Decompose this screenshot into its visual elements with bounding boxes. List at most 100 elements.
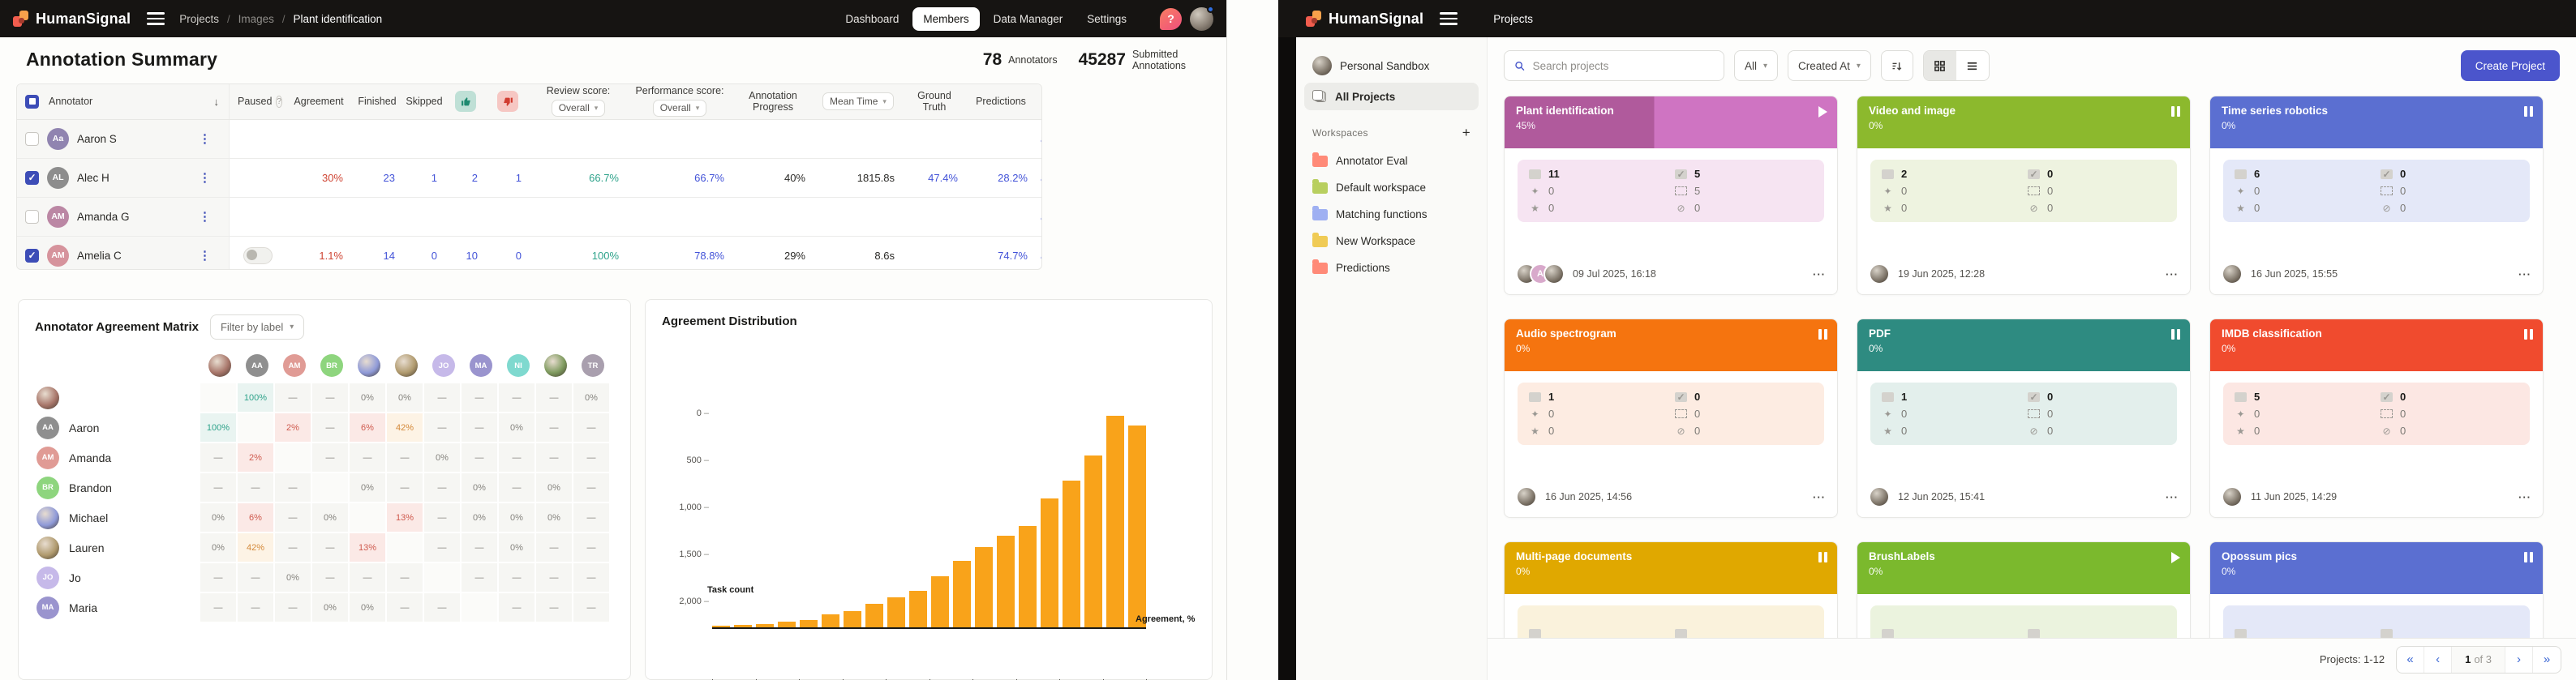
matrix-cell[interactable]: 0%: [200, 503, 236, 532]
column-annotator[interactable]: Annotator: [49, 96, 92, 107]
column-ground-truth[interactable]: Ground Truth: [903, 84, 966, 119]
matrix-cell[interactable]: 0%: [350, 593, 385, 622]
sidebar-item-personal-sandbox[interactable]: Personal Sandbox: [1304, 49, 1479, 83]
histogram-bar[interactable]: [975, 546, 993, 627]
nav-item-members[interactable]: Members: [912, 6, 980, 31]
matrix-cell[interactable]: 0%: [499, 413, 535, 442]
project-card[interactable]: Plant identification 45% 11 ✓ 5 ✦ 0 5 ★ 0 ⊘ 0 A 09 Ju…: [1504, 96, 1838, 295]
matrix-cell[interactable]: —: [573, 503, 609, 532]
matrix-cell[interactable]: —: [424, 593, 460, 622]
first-page-button[interactable]: «: [2397, 646, 2425, 673]
matrix-cell[interactable]: —: [573, 563, 609, 592]
histogram-bar[interactable]: [712, 625, 730, 627]
matrix-cell[interactable]: [312, 473, 348, 502]
matrix-cell[interactable]: —: [499, 473, 535, 502]
matrix-cell[interactable]: —: [536, 533, 572, 562]
matrix-cell[interactable]: —: [573, 593, 609, 622]
histogram-bar[interactable]: [844, 611, 861, 627]
hamburger-menu-icon[interactable]: [147, 12, 165, 25]
matrix-cell[interactable]: —: [312, 413, 348, 442]
project-card[interactable]: Video and image 0% 2 ✓ 0 ✦ 0 0 ★ 0 ⊘ 0 19 Jun 2025, …: [1857, 96, 2191, 295]
row-checkbox[interactable]: ✓: [25, 170, 39, 185]
matrix-cell[interactable]: 0%: [275, 563, 311, 592]
matrix-cell[interactable]: 0%: [499, 503, 535, 532]
matrix-cell[interactable]: 0%: [462, 473, 497, 502]
project-menu-button[interactable]: ···: [2166, 491, 2179, 503]
pause-icon[interactable]: [2171, 329, 2180, 340]
project-card[interactable]: Audio spectrogram 0% 1 ✓ 0 ✦ 0 0 ★ 0 ⊘ 0 16 Jun 2025…: [1504, 319, 1838, 518]
email-link[interactable]: al: [1041, 172, 1042, 184]
thumbs-up-icon[interactable]: [455, 91, 476, 113]
nav-item-dashboard[interactable]: Dashboard: [835, 7, 909, 31]
matrix-cell[interactable]: —: [312, 533, 348, 562]
matrix-cell[interactable]: —: [238, 593, 273, 622]
matrix-cell[interactable]: —: [424, 473, 460, 502]
matrix-cell[interactable]: —: [312, 383, 348, 412]
row-checkbox[interactable]: ✓: [25, 248, 39, 263]
matrix-cell[interactable]: —: [536, 563, 572, 592]
search-box[interactable]: [1504, 50, 1724, 81]
workspace-item-default-workspace[interactable]: Default workspace: [1304, 174, 1479, 201]
histogram-bar[interactable]: [1063, 481, 1080, 627]
matrix-cell[interactable]: 0%: [312, 593, 348, 622]
matrix-cell[interactable]: 0%: [424, 443, 460, 472]
matrix-cell[interactable]: —: [200, 593, 236, 622]
matrix-cell[interactable]: —: [275, 473, 311, 502]
matrix-cell[interactable]: —: [387, 593, 423, 622]
matrix-cell[interactable]: —: [499, 593, 535, 622]
matrix-cell[interactable]: —: [462, 443, 497, 472]
sidebar-item-all-projects[interactable]: All Projects: [1304, 83, 1479, 110]
workspace-item-new-workspace[interactable]: New Workspace: [1304, 228, 1479, 254]
matrix-cell[interactable]: —: [200, 563, 236, 592]
project-card[interactable]: Time series robotics 0% 6 ✓ 0 ✦ 0 0 ★ 0 ⊘ 0 16 Jun 2…: [2209, 96, 2544, 295]
filter-by-label-select[interactable]: Filter by label ▾: [209, 314, 305, 340]
histogram-bar[interactable]: [1084, 455, 1102, 627]
matrix-cell[interactable]: [387, 533, 423, 562]
histogram-bar[interactable]: [756, 623, 774, 627]
column-paused[interactable]: Paused: [238, 96, 272, 107]
matrix-cell[interactable]: —: [499, 563, 535, 592]
last-page-button[interactable]: »: [2533, 647, 2561, 673]
matrix-cell[interactable]: —: [238, 563, 273, 592]
matrix-cell[interactable]: —: [462, 563, 497, 592]
matrix-cell[interactable]: —: [536, 593, 572, 622]
matrix-cell[interactable]: —: [424, 503, 460, 532]
pause-icon[interactable]: [2171, 106, 2180, 117]
matrix-cell[interactable]: [462, 593, 497, 622]
matrix-cell[interactable]: —: [573, 443, 609, 472]
help-button[interactable]: ?: [1160, 7, 1182, 30]
histogram-bar[interactable]: [865, 604, 883, 627]
matrix-cell[interactable]: 0%: [573, 383, 609, 412]
grid-view-button[interactable]: [1923, 51, 1956, 80]
matrix-cell[interactable]: 0%: [350, 383, 385, 412]
matrix-cell[interactable]: [238, 413, 273, 442]
matrix-cell[interactable]: —: [462, 413, 497, 442]
column-email[interactable]: Email: [1036, 84, 1041, 119]
matrix-cell[interactable]: —: [573, 473, 609, 502]
histogram-bar[interactable]: [931, 576, 949, 627]
matrix-cell[interactable]: —: [536, 383, 572, 412]
matrix-cell[interactable]: —: [573, 533, 609, 562]
email-link[interactable]: al: [1041, 211, 1042, 223]
user-avatar[interactable]: [1190, 5, 1214, 31]
matrix-cell[interactable]: —: [312, 563, 348, 592]
matrix-cell[interactable]: 0%: [200, 533, 236, 562]
workspace-item-predictions[interactable]: Predictions: [1304, 254, 1479, 281]
play-icon[interactable]: [2171, 552, 2180, 563]
histogram-bar[interactable]: [1019, 525, 1037, 627]
histogram-bar[interactable]: [887, 597, 905, 627]
play-icon[interactable]: [1818, 106, 1827, 118]
pause-icon[interactable]: [1818, 552, 1827, 562]
row-menu-button[interactable]: ⋮: [189, 170, 221, 185]
matrix-cell[interactable]: —: [200, 443, 236, 472]
project-menu-button[interactable]: ···: [2518, 491, 2531, 503]
matrix-cell[interactable]: 0%: [350, 473, 385, 502]
histogram-bar[interactable]: [1106, 416, 1124, 627]
matrix-cell[interactable]: —: [536, 413, 572, 442]
matrix-cell[interactable]: —: [275, 533, 311, 562]
matrix-cell[interactable]: 13%: [387, 503, 423, 532]
matrix-cell[interactable]: —: [275, 593, 311, 622]
workspace-item-matching-functions[interactable]: Matching functions: [1304, 201, 1479, 228]
sort-desc-icon[interactable]: ↓: [214, 96, 221, 108]
nav-item-data-manager[interactable]: Data Manager: [983, 7, 1074, 31]
